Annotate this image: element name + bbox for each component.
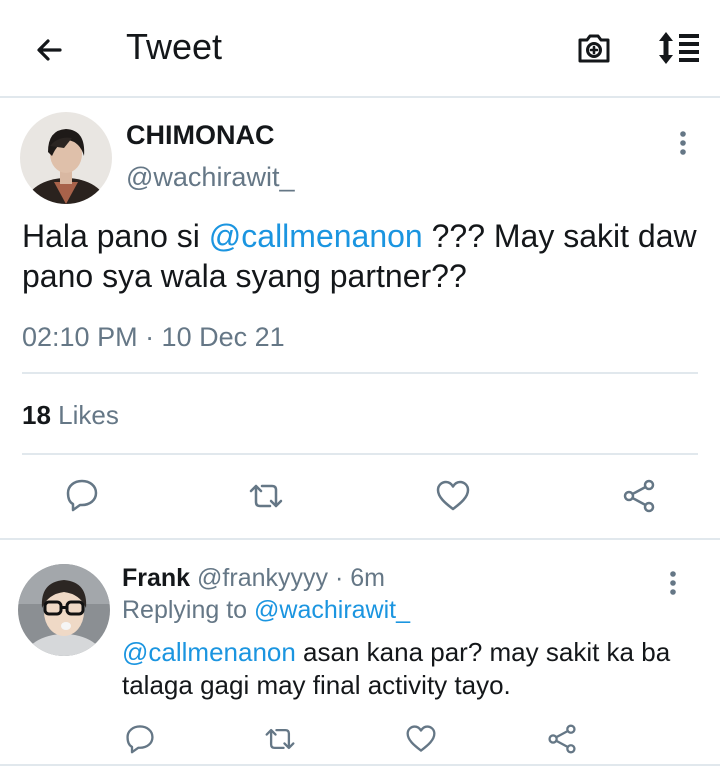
reply-header: Frank @frankyyyy · 6m xyxy=(122,564,385,593)
mention-link[interactable]: @callmenanon xyxy=(122,637,296,667)
more-options-icon[interactable] xyxy=(662,568,684,598)
avatar[interactable] xyxy=(18,564,110,656)
likes-count[interactable]: 18 Likes xyxy=(22,400,119,431)
retweet-icon[interactable] xyxy=(264,723,296,755)
back-arrow-icon[interactable] xyxy=(30,30,70,70)
reply-icon[interactable] xyxy=(64,476,100,512)
tweet-text-part: Hala pano si xyxy=(22,218,209,254)
top-app-bar: Tweet xyxy=(0,0,720,98)
reply-handle-time: @frankyyyy · 6m xyxy=(190,564,385,592)
likes-label: Likes xyxy=(50,400,119,430)
retweet-icon[interactable] xyxy=(248,478,284,514)
avatar[interactable] xyxy=(20,112,112,204)
tweet-text: Hala pano si @callmenanon ??? May sakit … xyxy=(22,216,702,296)
author-name[interactable]: CHIMONAC xyxy=(126,120,275,151)
likes-number: 18 xyxy=(22,400,51,430)
replying-handle-link[interactable]: @wachirawit_ xyxy=(254,596,410,624)
more-options-icon[interactable] xyxy=(672,128,694,158)
like-icon[interactable] xyxy=(405,723,437,755)
sort-icon[interactable] xyxy=(655,28,701,68)
replying-to: Replying to @wachirawit_ xyxy=(122,596,410,625)
tweet-timestamp: 02:10 PM · 10 Dec 21 xyxy=(22,322,285,352)
divider xyxy=(22,453,698,455)
share-icon[interactable] xyxy=(546,723,578,755)
like-icon[interactable] xyxy=(435,478,471,514)
author-handle[interactable]: @wachirawit_ xyxy=(126,162,294,193)
reply-text: @callmenanon asan kana par? may sakit ka… xyxy=(122,636,702,702)
reply-author-name[interactable]: Frank xyxy=(122,564,190,592)
page-title: Tweet xyxy=(126,26,223,67)
reply-tweet[interactable]: Frank @frankyyyy · 6m Replying to @wachi… xyxy=(0,540,720,766)
camera-icon[interactable] xyxy=(574,28,614,68)
replying-label: Replying to xyxy=(122,596,255,624)
divider xyxy=(22,372,698,374)
share-icon[interactable] xyxy=(621,478,657,514)
reply-icon[interactable] xyxy=(124,722,156,754)
mention-link[interactable]: @callmenanon xyxy=(209,218,423,254)
main-tweet: CHIMONAC @wachirawit_ Hala pano si @call… xyxy=(0,98,720,540)
